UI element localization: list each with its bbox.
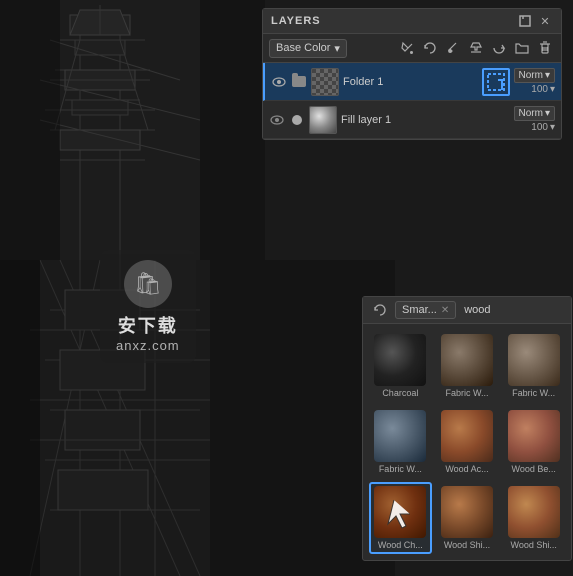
material-item-wood-shi1[interactable]: Wood Shi...	[436, 482, 499, 554]
material-thumb-wood-ch	[374, 486, 426, 538]
material-thumb-fabric-w2	[508, 334, 560, 386]
toolbar-icons	[397, 38, 555, 58]
layers-panel: LAYERS ✕ Base Color ▾	[262, 8, 562, 140]
maximize-icon[interactable]	[517, 13, 533, 29]
shelf-panel: Smar... ✕ wood Charcoal Fabric W... Fabr…	[362, 296, 572, 561]
material-label-charcoal: Charcoal	[382, 388, 418, 398]
rotate-icon[interactable]	[420, 38, 440, 58]
material-thumb-fabric-w1	[441, 334, 493, 386]
blend-right-fill-1: Norm ▾ 100 ▾	[514, 106, 555, 133]
material-label-wood-ac: Wood Ac...	[445, 464, 488, 474]
material-label-wood-shi1: Wood Shi...	[444, 540, 490, 550]
layer-name-fill-1: Fill layer 1	[341, 114, 510, 126]
layer-thumbnail-folder-1	[311, 68, 339, 96]
visibility-toggle-fill-1[interactable]	[269, 112, 285, 128]
material-item-charcoal[interactable]: Charcoal	[369, 330, 432, 402]
material-thumb-charcoal	[374, 334, 426, 386]
layer-name-folder-1: Folder 1	[343, 76, 478, 88]
material-item-fabric-w1[interactable]: Fabric W...	[436, 330, 499, 402]
paint-bucket-icon[interactable]	[397, 38, 417, 58]
material-thumb-wood-be	[508, 410, 560, 462]
materials-grid: Charcoal Fabric W... Fabric W... Fabric …	[363, 324, 571, 560]
shelf-tag-label: Smar...	[402, 304, 437, 316]
layers-panel-title: LAYERS	[271, 15, 321, 27]
folder-shape	[292, 76, 306, 87]
material-label-wood-be: Wood Be...	[511, 464, 555, 474]
layer-thumbnail-fill-1	[309, 106, 337, 134]
chevron-down-icon: ▾	[334, 42, 340, 55]
stamp-icon[interactable]	[466, 38, 486, 58]
material-item-wood-ac[interactable]: Wood Ac...	[436, 406, 499, 478]
material-item-fabric-w2[interactable]: Fabric W...	[502, 330, 565, 402]
material-thumb-fabric-w3	[374, 410, 426, 462]
layers-toolbar: Base Color ▾	[263, 34, 561, 63]
dropdown-label: Base Color	[276, 42, 330, 54]
layers-panel-header: LAYERS ✕	[263, 9, 561, 34]
material-item-wood-ch[interactable]: Wood Ch...	[369, 482, 432, 554]
blend-mode-folder-1[interactable]: Norm ▾	[514, 68, 555, 83]
scene-art-top	[0, 0, 265, 260]
material-item-wood-shi2[interactable]: Wood Shi...	[502, 482, 565, 554]
blend-mode-fill-1[interactable]: Norm ▾	[514, 106, 555, 121]
layer-row-fill-1[interactable]: Fill layer 1 Norm ▾ 100 ▾	[263, 101, 561, 139]
material-label-wood-shi2: Wood Shi...	[510, 540, 556, 550]
shelf-header: Smar... ✕ wood	[363, 297, 571, 324]
delete-icon[interactable]	[535, 38, 555, 58]
brush-icon[interactable]	[443, 38, 463, 58]
material-item-wood-be[interactable]: Wood Be...	[502, 406, 565, 478]
material-label-fabric-w1: Fabric W...	[445, 388, 488, 398]
material-label-wood-ch: Wood Ch...	[378, 540, 423, 550]
material-thumb-wood-shi1	[441, 486, 493, 538]
shelf-tag-close[interactable]: ✕	[441, 305, 449, 316]
visibility-toggle-folder-1[interactable]	[271, 74, 287, 90]
material-item-fabric-w3[interactable]: Fabric W...	[369, 406, 432, 478]
material-thumb-wood-shi2	[508, 486, 560, 538]
folder-icon[interactable]	[512, 38, 532, 58]
shelf-smart-tag[interactable]: Smar... ✕	[395, 301, 456, 319]
material-thumb-wood-ac	[441, 410, 493, 462]
opacity-fill-1: 100 ▾	[531, 122, 555, 133]
material-label-fabric-w3: Fabric W...	[379, 464, 422, 474]
close-icon[interactable]: ✕	[537, 13, 553, 29]
scene-art-bottom	[0, 260, 395, 576]
layer-type-dropdown[interactable]: Base Color ▾	[269, 39, 347, 58]
layer-row-folder-1[interactable]: Folder 1 Norm ▾ 100 ▾	[263, 63, 561, 101]
shelf-search-text: wood	[464, 304, 490, 316]
folder-type-icon	[291, 74, 307, 90]
opacity-folder-1: 100 ▾	[531, 84, 555, 95]
fill-type-icon	[289, 112, 305, 128]
mask-thumbnail-folder-1	[482, 68, 510, 96]
refresh-icon[interactable]	[371, 301, 389, 319]
blend-right-folder-1: Norm ▾ 100 ▾	[514, 68, 555, 95]
arc-icon[interactable]	[489, 38, 509, 58]
material-label-fabric-w2: Fabric W...	[512, 388, 555, 398]
layers-header-icons: ✕	[517, 13, 553, 29]
